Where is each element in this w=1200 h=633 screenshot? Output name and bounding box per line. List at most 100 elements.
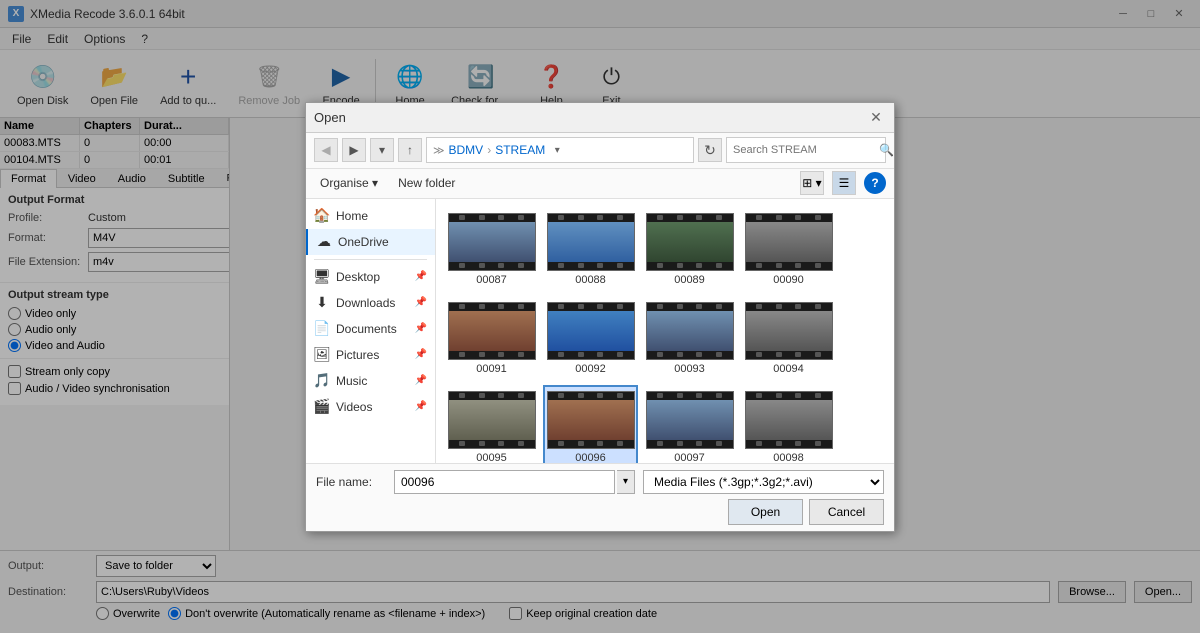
film-strip-top: [548, 214, 634, 222]
file-00088[interactable]: 00088: [543, 207, 638, 292]
film-strip-top: [647, 303, 733, 311]
breadcrumb-stream[interactable]: STREAM: [495, 143, 545, 157]
thumb-img-00094: [745, 302, 833, 360]
file-label-00097: 00097: [674, 452, 705, 463]
nav-forward-button[interactable]: ▶: [342, 138, 366, 162]
film-strip-top: [647, 392, 733, 400]
thumb-img-00098: [745, 391, 833, 449]
file-label-00096: 00096: [575, 452, 606, 463]
film-strip-top: [449, 303, 535, 311]
thumb-img-00091: [448, 302, 536, 360]
sidebar-music-label: Music: [336, 374, 367, 388]
thumb-img-00087: [448, 213, 536, 271]
dialog-title: Open: [314, 110, 346, 125]
file-00092[interactable]: 00092: [543, 296, 638, 381]
nav-back-button[interactable]: ◀: [314, 138, 338, 162]
file-00091[interactable]: 00091: [444, 296, 539, 381]
dialog-help-button[interactable]: ?: [864, 172, 886, 194]
file-00093[interactable]: 00093: [642, 296, 737, 381]
dialog-close-button[interactable]: ✕: [866, 107, 886, 127]
sidebar-onedrive[interactable]: ☁ OneDrive: [306, 229, 435, 255]
new-folder-button[interactable]: New folder: [392, 174, 461, 192]
onedrive-icon: ☁: [316, 234, 332, 250]
sidebar-pictures[interactable]: 🖼 Pictures 📌: [306, 342, 435, 368]
file-00095[interactable]: 00095: [444, 385, 539, 463]
sidebar-downloads-label: Downloads: [336, 296, 395, 310]
film-strip-bottom: [548, 262, 634, 270]
film-strip-top: [746, 392, 832, 400]
sidebar-documents[interactable]: 📄 Documents 📌: [306, 316, 435, 342]
dialog-body: 🏠 Home ☁ OneDrive 🖥 Desktop 📌 ⬇ Download…: [306, 199, 894, 463]
sidebar-desktop-label: Desktop: [336, 270, 380, 284]
filename-input[interactable]: [394, 470, 615, 494]
file-00089[interactable]: 00089: [642, 207, 737, 292]
thumb-scene-00092: [548, 311, 634, 351]
file-00098[interactable]: 00098: [741, 385, 836, 463]
film-strip-bottom: [746, 440, 832, 448]
dialog-toolbar: Organise ▾ New folder ⊞ ▾ ☰ ?: [306, 169, 894, 199]
filename-dropdown[interactable]: ▾: [617, 470, 635, 494]
film-strip-top: [647, 214, 733, 222]
thumb-scene-00087: [449, 222, 535, 262]
thumb-img-00093: [646, 302, 734, 360]
film-strip-bottom: [647, 440, 733, 448]
thumb-img-00090: [745, 213, 833, 271]
footer-buttons: Open Cancel: [316, 499, 884, 525]
breadcrumb-arrow: ≫: [433, 144, 445, 157]
film-strip-bottom: [548, 440, 634, 448]
nav-refresh-button[interactable]: ↻: [698, 138, 722, 162]
home-sidebar-icon: 🏠: [314, 208, 330, 224]
file-00094[interactable]: 00094: [741, 296, 836, 381]
file-00090[interactable]: 00090: [741, 207, 836, 292]
music-sidebar-icon: 🎵: [314, 373, 330, 389]
file-label-00094: 00094: [773, 363, 804, 375]
search-box: 🔍: [726, 137, 886, 163]
thumb-scene-00088: [548, 222, 634, 262]
filename-input-wrap: ▾: [394, 470, 635, 494]
thumb-scene-00090: [746, 222, 832, 262]
file-grid: 00087 00088: [436, 199, 894, 463]
view-list-button[interactable]: ☰: [832, 171, 856, 195]
breadcrumb-sep: ›: [487, 143, 491, 157]
file-label-00087: 00087: [476, 274, 507, 286]
filename-label: File name:: [316, 475, 386, 489]
film-strip-top: [548, 303, 634, 311]
dialog-cancel-button[interactable]: Cancel: [809, 499, 884, 525]
downloads-pin-icon: 📌: [415, 297, 427, 308]
thumb-scene-00098: [746, 400, 832, 440]
music-pin-icon: 📌: [415, 375, 427, 386]
downloads-sidebar-icon: ⬇: [314, 295, 330, 311]
pictures-sidebar-icon: 🖼: [314, 347, 330, 363]
videos-sidebar-icon: 🎬: [314, 399, 330, 415]
sidebar-home[interactable]: 🏠 Home: [306, 203, 435, 229]
breadcrumb-bar: ≫ BDMV › STREAM ▾: [426, 137, 694, 163]
film-strip-bottom: [449, 262, 535, 270]
film-strip-bottom: [449, 351, 535, 359]
thumb-img-00089: [646, 213, 734, 271]
file-00097[interactable]: 00097: [642, 385, 737, 463]
dialog-open-button[interactable]: Open: [728, 499, 803, 525]
file-00096[interactable]: 00096: [543, 385, 638, 463]
breadcrumb-bdmv[interactable]: BDMV: [449, 143, 484, 157]
thumb-scene-00089: [647, 222, 733, 262]
sidebar-onedrive-label: OneDrive: [338, 235, 389, 249]
file-label-00095: 00095: [476, 452, 507, 463]
organise-button[interactable]: Organise ▾: [314, 174, 384, 192]
open-dialog: Open ✕ ◀ ▶ ▾ ↑ ≫ BDMV › STREAM ▾ ↻ 🔍: [305, 102, 895, 532]
sidebar-music[interactable]: 🎵 Music 📌: [306, 368, 435, 394]
sidebar-pictures-label: Pictures: [336, 348, 379, 362]
film-strip-top: [449, 214, 535, 222]
thumb-scene-00093: [647, 311, 733, 351]
file-filter-select[interactable]: Media Files (*.3gp;*.3g2;*.avi): [643, 470, 884, 494]
film-strip-bottom: [746, 351, 832, 359]
sidebar-downloads[interactable]: ⬇ Downloads 📌: [306, 290, 435, 316]
nav-recent-button[interactable]: ▾: [370, 138, 394, 162]
nav-up-button[interactable]: ↑: [398, 138, 422, 162]
file-00087[interactable]: 00087: [444, 207, 539, 292]
file-label-00090: 00090: [773, 274, 804, 286]
sidebar-desktop[interactable]: 🖥 Desktop 📌: [306, 264, 435, 290]
search-input[interactable]: [733, 144, 875, 156]
sidebar-videos[interactable]: 🎬 Videos 📌: [306, 394, 435, 420]
breadcrumb-dropdown-button[interactable]: ▾: [549, 142, 565, 158]
view-grid-button[interactable]: ⊞ ▾: [800, 171, 824, 195]
